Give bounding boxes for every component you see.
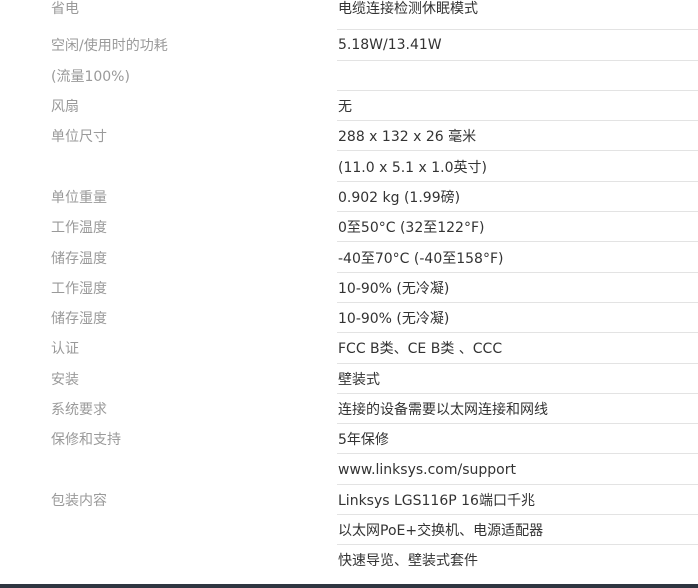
spec-label: 储存湿度 (51, 311, 107, 328)
spec-value: 5年保修 (338, 432, 389, 449)
spec-row-power-saving: 省电 电缆连接检测休眠模式 (51, 0, 698, 31)
spec-value: 电缆连接检测休眠模式 (338, 1, 478, 17)
spec-row-support-url: www.linksys.com/support (51, 454, 698, 485)
spec-value: 0.902 kg (1.99磅) (338, 189, 461, 206)
spec-label: 工作湿度 (51, 280, 107, 297)
spec-value: -40至70°C (-40至158°F) (338, 250, 504, 267)
spec-row-fan: 风扇 无 (51, 91, 698, 122)
spec-row-storage-temperature: 储存温度 -40至70°C (-40至158°F) (51, 242, 698, 273)
spec-label: (流量100%) (51, 68, 130, 85)
spec-value: FCC B类、CE B类 、CCC (338, 341, 503, 358)
spec-row-power-consumption-note: (流量100%) (51, 61, 698, 91)
spec-label: 安装 (51, 371, 79, 388)
spec-value: 10-90% (无冷凝) (338, 311, 450, 328)
spec-row-mounting: 安装 壁装式 (51, 364, 698, 394)
spec-value: 以太网PoE+交换机、电源适配器 (338, 523, 544, 540)
spec-row-dimensions-inch: (11.0 x 5.1 x 1.0英寸) (51, 151, 698, 182)
spec-row-operating-temperature: 工作温度 0至50°C (32至122°F) (51, 212, 698, 243)
spec-label: 系统要求 (51, 402, 107, 418)
spec-label: 单位尺寸 (51, 129, 107, 146)
spec-label: 储存温度 (51, 250, 107, 267)
spec-label: 省电 (51, 1, 79, 17)
spec-row-operating-humidity: 工作湿度 10-90% (无冷凝) (51, 273, 698, 303)
support-url: www.linksys.com/support (338, 461, 516, 478)
spec-value: 10-90% (无冷凝) (338, 280, 450, 297)
bottom-bar (0, 584, 698, 588)
spec-value: 5.18W/13.41W (338, 37, 442, 54)
spec-value: 壁装式 (338, 371, 380, 388)
spec-label: 空闲/使用时的功耗 (51, 38, 168, 55)
spec-label: 认证 (51, 341, 79, 358)
spec-value: Linksys LGS116P 16端口千兆 (338, 492, 535, 509)
spec-value: (11.0 x 5.1 x 1.0英寸) (338, 159, 487, 176)
spec-label: 保修和支持 (51, 432, 121, 449)
spec-value: 连接的设备需要以太网连接和网线 (338, 402, 548, 418)
spec-row-certification: 认证 FCC B类、CE B类 、CCC (51, 333, 698, 364)
spec-row-weight: 单位重量 0.902 kg (1.99磅) (51, 182, 698, 213)
spec-label: 包装内容 (51, 492, 107, 509)
spec-row-dimensions: 单位尺寸 288 x 132 x 26 毫米 (51, 121, 698, 152)
spec-row-warranty: 保修和支持 5年保修 (51, 424, 698, 455)
spec-value: 快速导览、壁装式套件 (338, 553, 478, 570)
spec-label: 单位重量 (51, 189, 107, 206)
spec-value: 无 (338, 99, 352, 116)
spec-label: 风扇 (51, 99, 79, 116)
spec-value: 288 x 132 x 26 毫米 (338, 129, 477, 146)
spec-row-package-contents: 包装内容 Linksys LGS116P 16端口千兆 (51, 485, 698, 516)
spec-value: 0至50°C (32至122°F) (338, 220, 485, 237)
spec-row-package-contents-2: 以太网PoE+交换机、电源适配器 (51, 515, 698, 546)
spec-table: 省电 电缆连接检测休眠模式 空闲/使用时的功耗 5.18W/13.41W (流量… (0, 0, 698, 576)
spec-label: 工作温度 (51, 220, 107, 237)
spec-row-power-consumption: 空闲/使用时的功耗 5.18W/13.41W (51, 30, 698, 61)
spec-row-storage-humidity: 储存湿度 10-90% (无冷凝) (51, 303, 698, 334)
spec-row-package-contents-3: 快速导览、壁装式套件 (51, 545, 698, 575)
spec-row-system-requirements: 系统要求 连接的设备需要以太网连接和网线 (51, 394, 698, 425)
